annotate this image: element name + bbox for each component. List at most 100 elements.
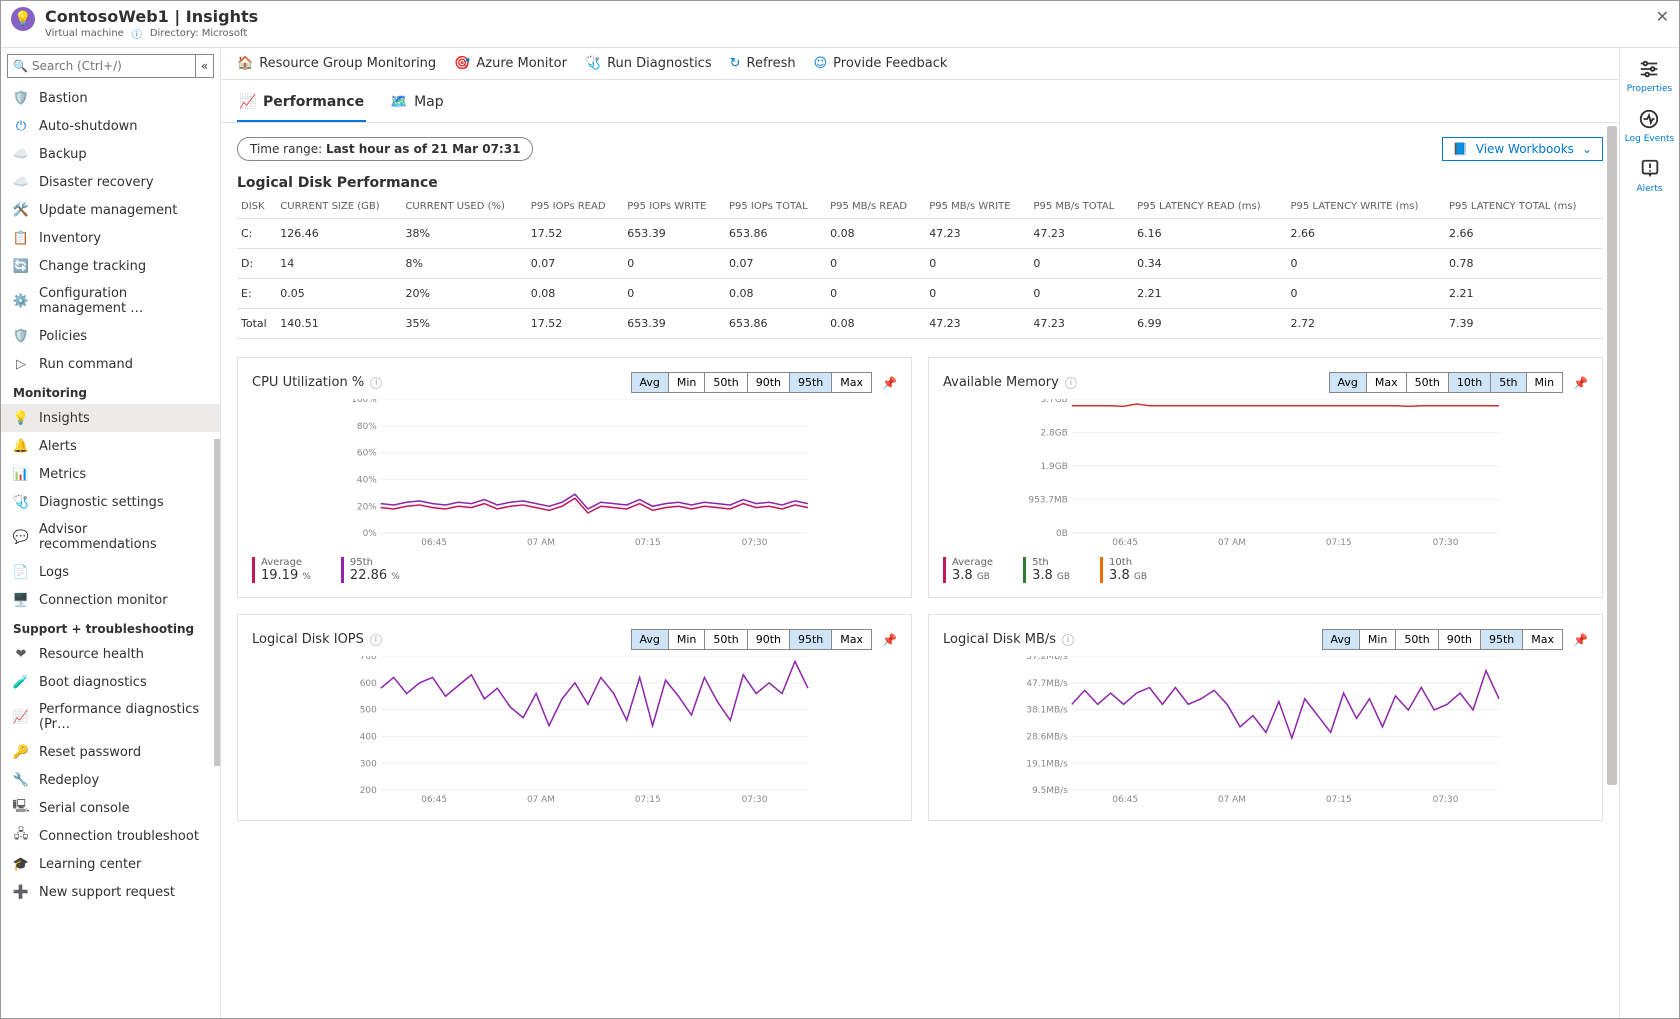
sidebar-item[interactable]: 🖳Serial console: [1, 794, 220, 822]
seg-50th[interactable]: 50th: [705, 630, 747, 649]
sidebar-item[interactable]: ▷Run command: [1, 350, 220, 378]
seg-min[interactable]: Min: [1527, 373, 1563, 392]
seg-max[interactable]: Max: [832, 630, 871, 649]
table-cell: 14: [276, 249, 401, 279]
pin-icon[interactable]: 📌: [1573, 376, 1588, 390]
svg-text:07:15: 07:15: [1326, 538, 1352, 548]
seg-95th[interactable]: 95th: [790, 630, 832, 649]
nav-icon: ⏻: [13, 118, 29, 134]
seg-min[interactable]: Min: [669, 630, 706, 649]
seg-90th[interactable]: 90th: [748, 630, 790, 649]
sidebar-item[interactable]: 💬Advisor recommendations: [1, 516, 220, 558]
sidebar-item[interactable]: 📄Logs: [1, 558, 220, 586]
toolbar-item[interactable]: 🎯Azure Monitor: [454, 56, 567, 71]
seg-avg[interactable]: Avg: [1323, 630, 1360, 649]
sidebar-item[interactable]: 📊Metrics: [1, 460, 220, 488]
table-cell: 35%: [401, 309, 526, 339]
sidebar-item[interactable]: 🩺Diagnostic settings: [1, 488, 220, 516]
search-icon: 🔍: [13, 59, 28, 73]
sidebar-item[interactable]: 🔑Reset password: [1, 738, 220, 766]
pin-icon[interactable]: 📌: [882, 376, 897, 390]
close-icon[interactable]: ✕: [1656, 7, 1669, 26]
pin-icon[interactable]: 📌: [1573, 633, 1588, 647]
table-cell: 17.52: [527, 219, 624, 249]
svg-text:07 AM: 07 AM: [527, 795, 555, 805]
seg-avg[interactable]: Avg: [632, 373, 669, 392]
time-range-pill[interactable]: Time range: Last hour as of 21 Mar 07:31: [237, 137, 533, 161]
svg-text:07:15: 07:15: [1326, 795, 1352, 805]
sidebar-item[interactable]: 🔔Alerts: [1, 432, 220, 460]
sidebar-item[interactable]: ➕New support request: [1, 878, 220, 906]
svg-text:3.7GB: 3.7GB: [1041, 399, 1068, 405]
toolbar-item[interactable]: 🩺Run Diagnostics: [585, 56, 712, 71]
seg-max[interactable]: Max: [1367, 373, 1407, 392]
seg-90th[interactable]: 90th: [748, 373, 790, 392]
toolbar-item[interactable]: 🏠Resource Group Monitoring: [237, 56, 436, 71]
sidebar-item[interactable]: 🔧Redeploy: [1, 766, 220, 794]
seg-5th[interactable]: 5th: [1491, 373, 1526, 392]
info-icon[interactable]: i: [1065, 377, 1077, 389]
table-cell: 47.23: [1029, 219, 1133, 249]
sidebar-item[interactable]: 🛡️Bastion: [1, 84, 220, 112]
sidebar-item[interactable]: 🖧Connection troubleshoot: [1, 822, 220, 850]
pin-icon[interactable]: 📌: [882, 633, 897, 647]
seg-90th[interactable]: 90th: [1439, 630, 1481, 649]
sidebar-item[interactable]: 🛡️Policies: [1, 322, 220, 350]
content-scrollbar[interactable]: [1605, 48, 1619, 1018]
table-cell: 0: [826, 249, 925, 279]
seg-50th[interactable]: 50th: [705, 373, 747, 392]
sidebar-item[interactable]: 📈Performance diagnostics (Pr…: [1, 696, 220, 738]
table-header: P95 MB/s WRITE: [925, 195, 1029, 219]
seg-min[interactable]: Min: [669, 373, 706, 392]
sidebar-item[interactable]: 🔄Change tracking: [1, 252, 220, 280]
rail-properties[interactable]: Properties: [1627, 58, 1672, 94]
sidebar-item[interactable]: 🛠️Update management: [1, 196, 220, 224]
sidebar-item[interactable]: ☁️Backup: [1, 140, 220, 168]
sidebar-item[interactable]: ⚙️Configuration management …: [1, 280, 220, 322]
seg-max[interactable]: Max: [832, 373, 871, 392]
sidebar-item[interactable]: 💡Insights: [1, 404, 220, 432]
sidebar-item[interactable]: 🧪Boot diagnostics: [1, 668, 220, 696]
table-cell: 47.23: [1029, 309, 1133, 339]
table-cell: 2.21: [1445, 279, 1603, 309]
nav-icon: ☁️: [13, 146, 29, 162]
rail-log-events[interactable]: Log Events: [1625, 108, 1674, 144]
sidebar-item[interactable]: 🖥️Connection monitor: [1, 586, 220, 614]
sidebar-item[interactable]: ❤Resource health: [1, 640, 220, 668]
table-cell: 20%: [401, 279, 526, 309]
seg-avg[interactable]: Avg: [1330, 373, 1367, 392]
collapse-sidebar-button[interactable]: «: [196, 54, 214, 78]
svg-text:38.1MB/s: 38.1MB/s: [1026, 706, 1068, 716]
info-icon[interactable]: i: [370, 634, 382, 646]
seg-10th[interactable]: 10th: [1449, 373, 1491, 392]
rail-alerts[interactable]: Alerts: [1636, 158, 1662, 194]
tab-map[interactable]: 🗺️ Map: [388, 88, 446, 122]
segmented-control: AvgMax50th10th5thMin: [1329, 372, 1564, 393]
page-title: ContosoWeb1 | Insights: [45, 7, 258, 26]
sidebar-item[interactable]: ⏻Auto-shutdown: [1, 112, 220, 140]
seg-95th[interactable]: 95th: [790, 373, 832, 392]
sidebar-nav: 🛡️Bastion⏻Auto-shutdown☁️Backup☁️Disaste…: [1, 84, 220, 1018]
seg-max[interactable]: Max: [1523, 630, 1562, 649]
sidebar-item[interactable]: ☁️Disaster recovery: [1, 168, 220, 196]
info-icon[interactable]: i: [1062, 634, 1074, 646]
nav-label: Redeploy: [39, 773, 99, 788]
search-input[interactable]: [7, 54, 196, 78]
nav-label: Alerts: [39, 439, 77, 454]
toolbar-item[interactable]: ☺Provide Feedback: [814, 56, 948, 71]
seg-95th[interactable]: 95th: [1481, 630, 1523, 649]
view-workbooks-label: View Workbooks: [1476, 142, 1574, 156]
seg-avg[interactable]: Avg: [632, 630, 669, 649]
table-cell: 653.86: [725, 309, 826, 339]
info-icon[interactable]: i: [370, 377, 382, 389]
view-workbooks-button[interactable]: 📘 View Workbooks ⌄: [1442, 137, 1603, 161]
seg-50th[interactable]: 50th: [1396, 630, 1438, 649]
toolbar-item[interactable]: ↻Refresh: [730, 56, 796, 71]
tab-performance[interactable]: 📈 Performance: [237, 88, 366, 122]
seg-min[interactable]: Min: [1360, 630, 1397, 649]
svg-text:2.8GB: 2.8GB: [1041, 429, 1068, 439]
seg-50th[interactable]: 50th: [1407, 373, 1449, 392]
sidebar-item[interactable]: 📋Inventory: [1, 224, 220, 252]
sidebar-item[interactable]: 🎓Learning center: [1, 850, 220, 878]
nav-label: Boot diagnostics: [39, 675, 147, 690]
